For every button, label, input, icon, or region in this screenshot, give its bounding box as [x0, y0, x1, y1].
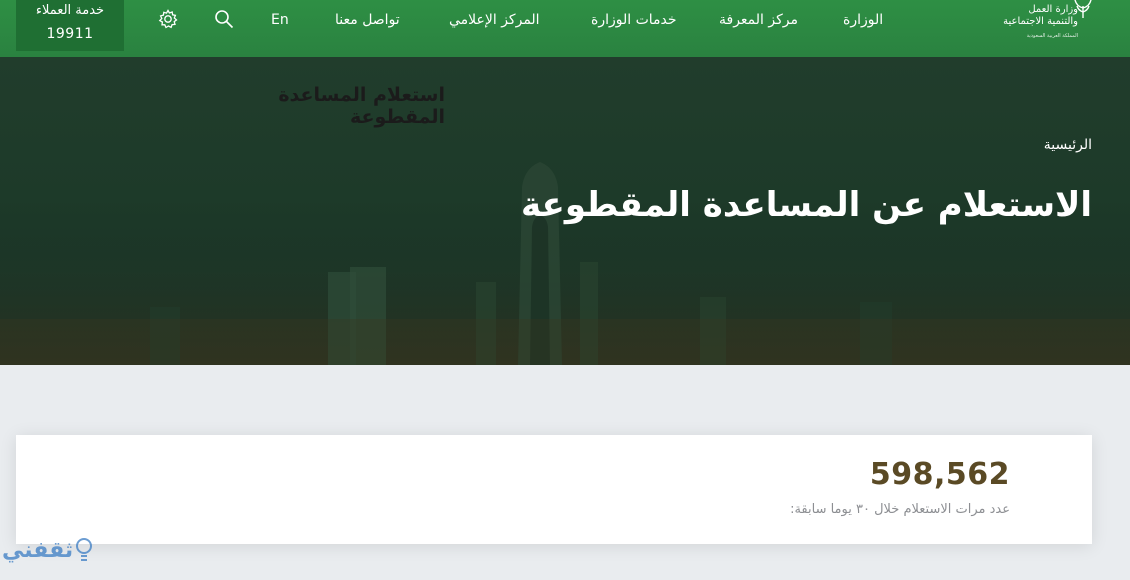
- settings-icon[interactable]: [157, 8, 179, 30]
- logo-text: وزارة العمل والتنمية الاجتماعية المملكة …: [1003, 4, 1078, 42]
- ministry-logo[interactable]: وزارة العمل والتنمية الاجتماعية المملكة …: [1000, 0, 1130, 57]
- inquiry-count: 598,562: [869, 457, 1010, 492]
- search-icon[interactable]: [213, 8, 235, 30]
- customer-service-box[interactable]: خدمة العملاء 19911: [16, 0, 124, 51]
- inquiry-count-description: عدد مرات الاستعلام خلال ٣٠ يوما سابقة:: [790, 502, 1010, 517]
- nav-item-ministry-services[interactable]: خدمات الوزارة: [591, 12, 677, 28]
- watermark-text: ثقفني: [2, 538, 74, 563]
- nav-item-media-center[interactable]: المركز الإعلامي: [449, 12, 540, 28]
- top-navigation-bar: خدمة العملاء 19911 En تواصل معنا المركز …: [0, 0, 1130, 57]
- breadcrumb-home[interactable]: الرئيسية: [1044, 137, 1092, 153]
- nav-item-ministry[interactable]: الوزارة: [843, 12, 883, 28]
- inquiry-stats-card: 598,562 عدد مرات الاستعلام خلال ٣٠ يوما …: [16, 435, 1092, 544]
- customer-service-label: خدمة العملاء: [35, 3, 105, 18]
- page-title: الاستعلام عن المساعدة المقطوعة: [520, 185, 1092, 225]
- logo-line-3: المملكة العربية السعودية: [1026, 33, 1078, 39]
- ministry-logo-icon: [1072, 0, 1094, 24]
- language-toggle[interactable]: En: [271, 12, 289, 28]
- page-label: استعلام المساعدة المقطوعة: [278, 84, 445, 128]
- customer-service-number: 19911: [46, 26, 94, 42]
- nav-item-contact-us[interactable]: تواصل معنا: [335, 12, 400, 28]
- logo-line-1: وزارة العمل: [1028, 4, 1078, 15]
- hero-banner: استعلام المساعدة المقطوعة الرئيسية الاست…: [0, 57, 1130, 365]
- nav-item-knowledge-center[interactable]: مركز المعرفة: [719, 12, 798, 28]
- watermark-logo: ثقفني: [0, 532, 100, 580]
- logo-line-2: والتنمية الاجتماعية: [1003, 16, 1078, 27]
- lightbulb-icon: [74, 536, 94, 568]
